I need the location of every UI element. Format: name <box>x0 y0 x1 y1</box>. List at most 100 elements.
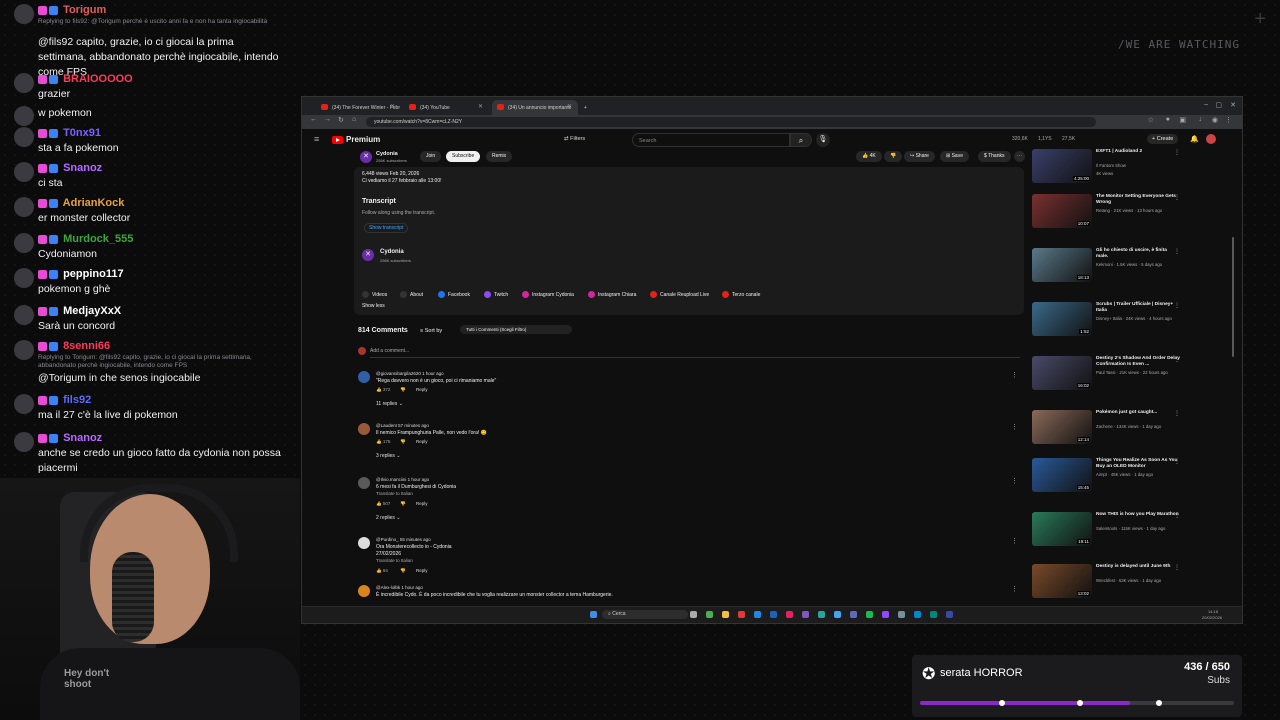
comment-reply-button[interactable]: Reply <box>416 501 428 506</box>
video-title[interactable]: Things You Realize As Soon As You Buy an… <box>1096 458 1180 470</box>
bookmark-icon[interactable]: ☆ <box>1148 116 1154 124</box>
hamburger-menu-icon[interactable]: ≡ <box>314 134 319 144</box>
twitch-icon[interactable] <box>882 611 889 618</box>
app-icon[interactable] <box>914 611 921 618</box>
app-icon[interactable] <box>786 611 793 618</box>
show-transcript-button[interactable]: Show transcript <box>364 223 409 233</box>
video-thumbnail[interactable]: 18:13 <box>1032 248 1092 282</box>
view-replies-button[interactable]: 2 replies ⌄ <box>376 515 401 521</box>
translate-link[interactable]: Translate to Italian <box>376 491 413 496</box>
app-icon[interactable] <box>754 611 761 618</box>
reupload-channel-link[interactable]: Canale Reupload Live <box>650 291 709 298</box>
comment-author[interactable]: @Ilvio.manciini 1 hour ago <box>376 477 429 482</box>
third-channel-link[interactable]: Terzo canale <box>722 291 760 298</box>
video-menu-icon[interactable]: ⋮ <box>1174 194 1180 201</box>
app-icon[interactable] <box>818 611 825 618</box>
comment-dislike-button[interactable]: 👎 <box>400 501 406 507</box>
about-link[interactable]: About <box>400 291 423 298</box>
video-menu-icon[interactable]: ⋮ <box>1174 248 1180 255</box>
chat-username[interactable]: Torigum <box>38 4 106 16</box>
commenter-avatar[interactable] <box>358 585 370 597</box>
video-thumbnail[interactable]: 1:52 <box>1032 302 1092 336</box>
add-comment-input[interactable]: Add a comment... <box>370 348 409 354</box>
menu-icon[interactable]: ⋮ <box>1225 116 1232 124</box>
related-video[interactable]: 12:14 Pokémon just got caught... Zachene ·… <box>1032 410 1232 462</box>
comment-like-button[interactable]: 👍 507 <box>376 501 390 507</box>
search-input[interactable]: Search <box>632 133 790 147</box>
comment-dislike-button[interactable]: 👎 <box>400 387 406 393</box>
create-button[interactable]: + Create <box>1147 134 1179 144</box>
video-thumbnail[interactable]: 19:11 <box>1032 512 1092 546</box>
extensions-icon[interactable]: ▣ <box>1179 116 1186 124</box>
remix-button[interactable]: Remix <box>486 151 513 162</box>
windows-start-icon[interactable] <box>590 611 597 618</box>
channel-name[interactable]: Cydonia <box>376 151 398 157</box>
video-thumbnail[interactable]: 13:02 <box>1032 564 1092 598</box>
save-button[interactable]: ⊞ Save <box>940 151 969 162</box>
reload-icon[interactable]: ↻ <box>338 116 344 124</box>
related-video[interactable]: 18:13 Gli ho chiesto di uscire, è finita … <box>1032 248 1232 300</box>
taskbar-search[interactable]: ⌕ Cerca <box>602 610 688 619</box>
back-icon[interactable]: ← <box>310 116 317 123</box>
close-tab-icon[interactable]: ✕ <box>390 103 395 110</box>
comment-author[interactable]: @Laudent 57 minutes ago <box>376 423 429 428</box>
video-menu-icon[interactable]: ⋮ <box>1174 458 1180 465</box>
commenter-avatar[interactable] <box>358 537 370 549</box>
related-video[interactable]: 15:45 Things You Realize As Soon As You B… <box>1032 458 1232 510</box>
close-tab-icon[interactable]: ✕ <box>567 103 572 110</box>
related-video[interactable]: 10:07 The Monitor Setting Everyone Gets W… <box>1032 194 1232 246</box>
comment-reply-button[interactable]: Reply <box>416 387 428 392</box>
app-icon[interactable] <box>898 611 905 618</box>
video-menu-icon[interactable]: ⋮ <box>1174 149 1180 156</box>
home-icon[interactable]: ⌂ <box>352 116 356 123</box>
view-replies-button[interactable]: 3 replies ⌄ <box>376 453 401 459</box>
facebook-link[interactable]: Facebook <box>438 291 470 298</box>
videos-link[interactable]: Videos <box>362 291 387 298</box>
description-channel-avatar[interactable]: ✕ <box>362 249 374 261</box>
filters-button[interactable]: ⇄ Filters <box>564 136 585 142</box>
forward-icon[interactable]: → <box>324 116 331 123</box>
description-channel-name[interactable]: Cydonia <box>380 249 404 255</box>
video-thumbnail[interactable]: 16:02 <box>1032 356 1092 390</box>
comment-reply-button[interactable]: Reply <box>416 568 428 573</box>
comment-menu-icon[interactable]: ⋮ <box>1011 477 1018 485</box>
join-button[interactable]: Join <box>420 151 442 162</box>
instagram-chiara-link[interactable]: Instagram Chiara <box>588 291 636 298</box>
scrollbar[interactable] <box>1232 237 1234 357</box>
chat-username[interactable]: MedjayXxX <box>38 305 121 317</box>
minimize-window-icon[interactable]: – <box>1204 101 1208 108</box>
video-title[interactable]: Destiny is delayed until June 9th <box>1096 564 1180 570</box>
show-less-link[interactable]: Show less <box>362 303 385 309</box>
comment-dislike-button[interactable]: 👎 <box>400 568 406 574</box>
video-menu-icon[interactable]: ⋮ <box>1174 410 1180 417</box>
notifications-icon[interactable]: 🔔 <box>1190 135 1199 143</box>
browser-tab[interactable]: (34) The Forever Winter - Febr ✕ <box>316 100 401 115</box>
comment-menu-icon[interactable]: ⋮ <box>1011 423 1018 431</box>
chrome-icon[interactable] <box>706 611 713 618</box>
view-replies-button[interactable]: 11 replies ⌄ <box>376 401 403 407</box>
profile-icon[interactable]: ◉ <box>1212 116 1218 124</box>
comment-author[interactable]: @Purdino_ 55 minutes ago <box>376 537 431 542</box>
video-menu-icon[interactable]: ⋮ <box>1174 564 1180 571</box>
related-video[interactable]: 16:02 Destiny 2's Shadow And Order Delay … <box>1032 356 1232 408</box>
comment-dislike-button[interactable]: 👎 <box>400 439 406 445</box>
spotify-icon[interactable] <box>866 611 873 618</box>
maximize-window-icon[interactable]: ▢ <box>1215 101 1222 109</box>
app-icon[interactable] <box>930 611 937 618</box>
commenter-avatar[interactable] <box>358 423 370 435</box>
app-icon[interactable] <box>738 611 745 618</box>
extension-red-icon[interactable]: ● <box>1166 116 1170 123</box>
comment-reply-button[interactable]: Reply <box>416 439 428 444</box>
video-thumbnail[interactable]: 10:07 <box>1032 194 1092 228</box>
video-title[interactable]: Scrubs | Trailer Ufficiale | Disney+ Ita… <box>1096 302 1180 314</box>
close-tab-icon[interactable]: ✕ <box>478 103 483 110</box>
browser-tab-active[interactable]: (34) Un annuncio importante ✕ <box>492 100 578 115</box>
download-icon[interactable]: ↓ <box>1199 116 1203 123</box>
comment-menu-icon[interactable]: ⋮ <box>1011 371 1018 379</box>
video-title[interactable]: Now THIS is how you Play Marathon <box>1096 512 1180 518</box>
comment-like-button[interactable]: 👍 175 <box>376 439 390 445</box>
comment-filter-select[interactable]: Tutti i Commenti (Scegli Filtro) <box>460 325 572 334</box>
chat-username[interactable]: AdrianKock <box>38 197 124 209</box>
comment-like-button[interactable]: 👍 94 <box>376 568 388 574</box>
chat-username[interactable]: peppino117 <box>38 268 124 280</box>
